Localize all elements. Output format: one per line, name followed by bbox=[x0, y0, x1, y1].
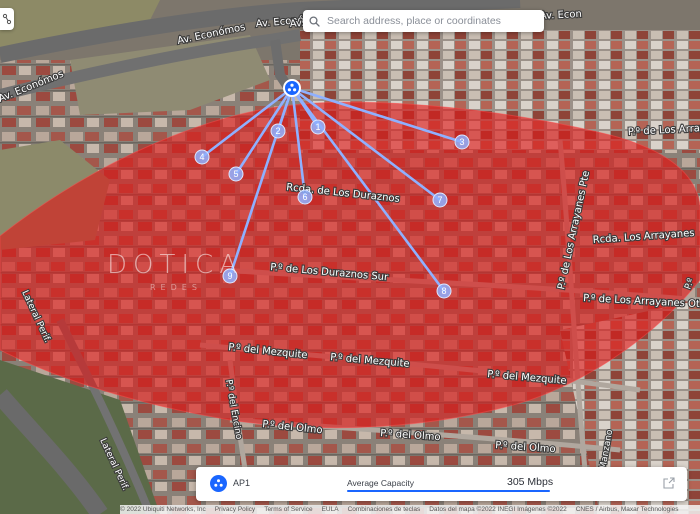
map-attribution: © 2022 Ubiquiti Networks, Inc Privacy Pol… bbox=[120, 505, 700, 514]
average-capacity-value: 305 Mbps bbox=[507, 476, 554, 488]
client-marker-1[interactable]: 1 bbox=[310, 119, 326, 135]
attribution-item: Datos del mapa ©2022 INEGI Imágenes ©202… bbox=[429, 506, 567, 513]
average-capacity-label: Average Capacity bbox=[347, 478, 414, 488]
street-label-av-economos-5: Av. Econ bbox=[540, 9, 583, 22]
map-layers-button[interactable] bbox=[0, 8, 14, 30]
client-marker-3[interactable]: 3 bbox=[454, 134, 470, 150]
client-marker-label: 8 bbox=[441, 286, 446, 296]
client-marker-4[interactable]: 4 bbox=[194, 149, 210, 165]
client-marker-label: 7 bbox=[437, 195, 442, 205]
expand-icon[interactable] bbox=[663, 477, 675, 489]
client-marker-8[interactable]: 8 bbox=[436, 283, 452, 299]
capacity-panel: AP1 Average Capacity 305 Mbps bbox=[196, 467, 687, 501]
client-marker-2[interactable]: 2 bbox=[270, 123, 286, 139]
capacity-bar bbox=[347, 490, 550, 492]
satellite-map[interactable]: Av. Económos Av. Económos Av. Económos A… bbox=[0, 0, 700, 514]
client-marker-label: 2 bbox=[275, 126, 280, 136]
capacity-bar-fill bbox=[347, 490, 550, 492]
client-marker-7[interactable]: 7 bbox=[432, 192, 448, 208]
client-marker-6[interactable]: 6 bbox=[297, 189, 313, 205]
client-marker-label: 1 bbox=[315, 122, 320, 132]
client-marker-label: 5 bbox=[233, 169, 238, 179]
attribution-item: © 2022 Ubiquiti Networks, Inc bbox=[120, 506, 206, 513]
client-marker-label: 4 bbox=[199, 152, 204, 162]
client-marker-label: 6 bbox=[302, 192, 307, 202]
access-point-marker[interactable] bbox=[283, 79, 301, 97]
attribution-item[interactable]: EULA bbox=[322, 506, 339, 513]
attribution-item[interactable]: Combinaciones de teclas bbox=[348, 506, 421, 513]
client-marker-5[interactable]: 5 bbox=[228, 166, 244, 182]
nodes-icon bbox=[2, 13, 12, 25]
client-marker-label: 3 bbox=[459, 137, 464, 147]
attribution-item[interactable]: Terms of Service bbox=[264, 506, 312, 513]
search-bar[interactable] bbox=[303, 10, 544, 32]
attribution-item: CNES / Airbus, Maxar Technologies bbox=[575, 506, 679, 513]
search-icon bbox=[303, 10, 325, 32]
watermark-brand: DOTICA bbox=[107, 250, 243, 280]
attribution-item[interactable]: Privacy Policy bbox=[215, 506, 255, 513]
watermark-tagline: REDES bbox=[150, 283, 202, 292]
access-point-name: AP1 bbox=[233, 478, 251, 488]
search-input[interactable] bbox=[325, 14, 539, 28]
access-point-icon bbox=[210, 475, 227, 492]
